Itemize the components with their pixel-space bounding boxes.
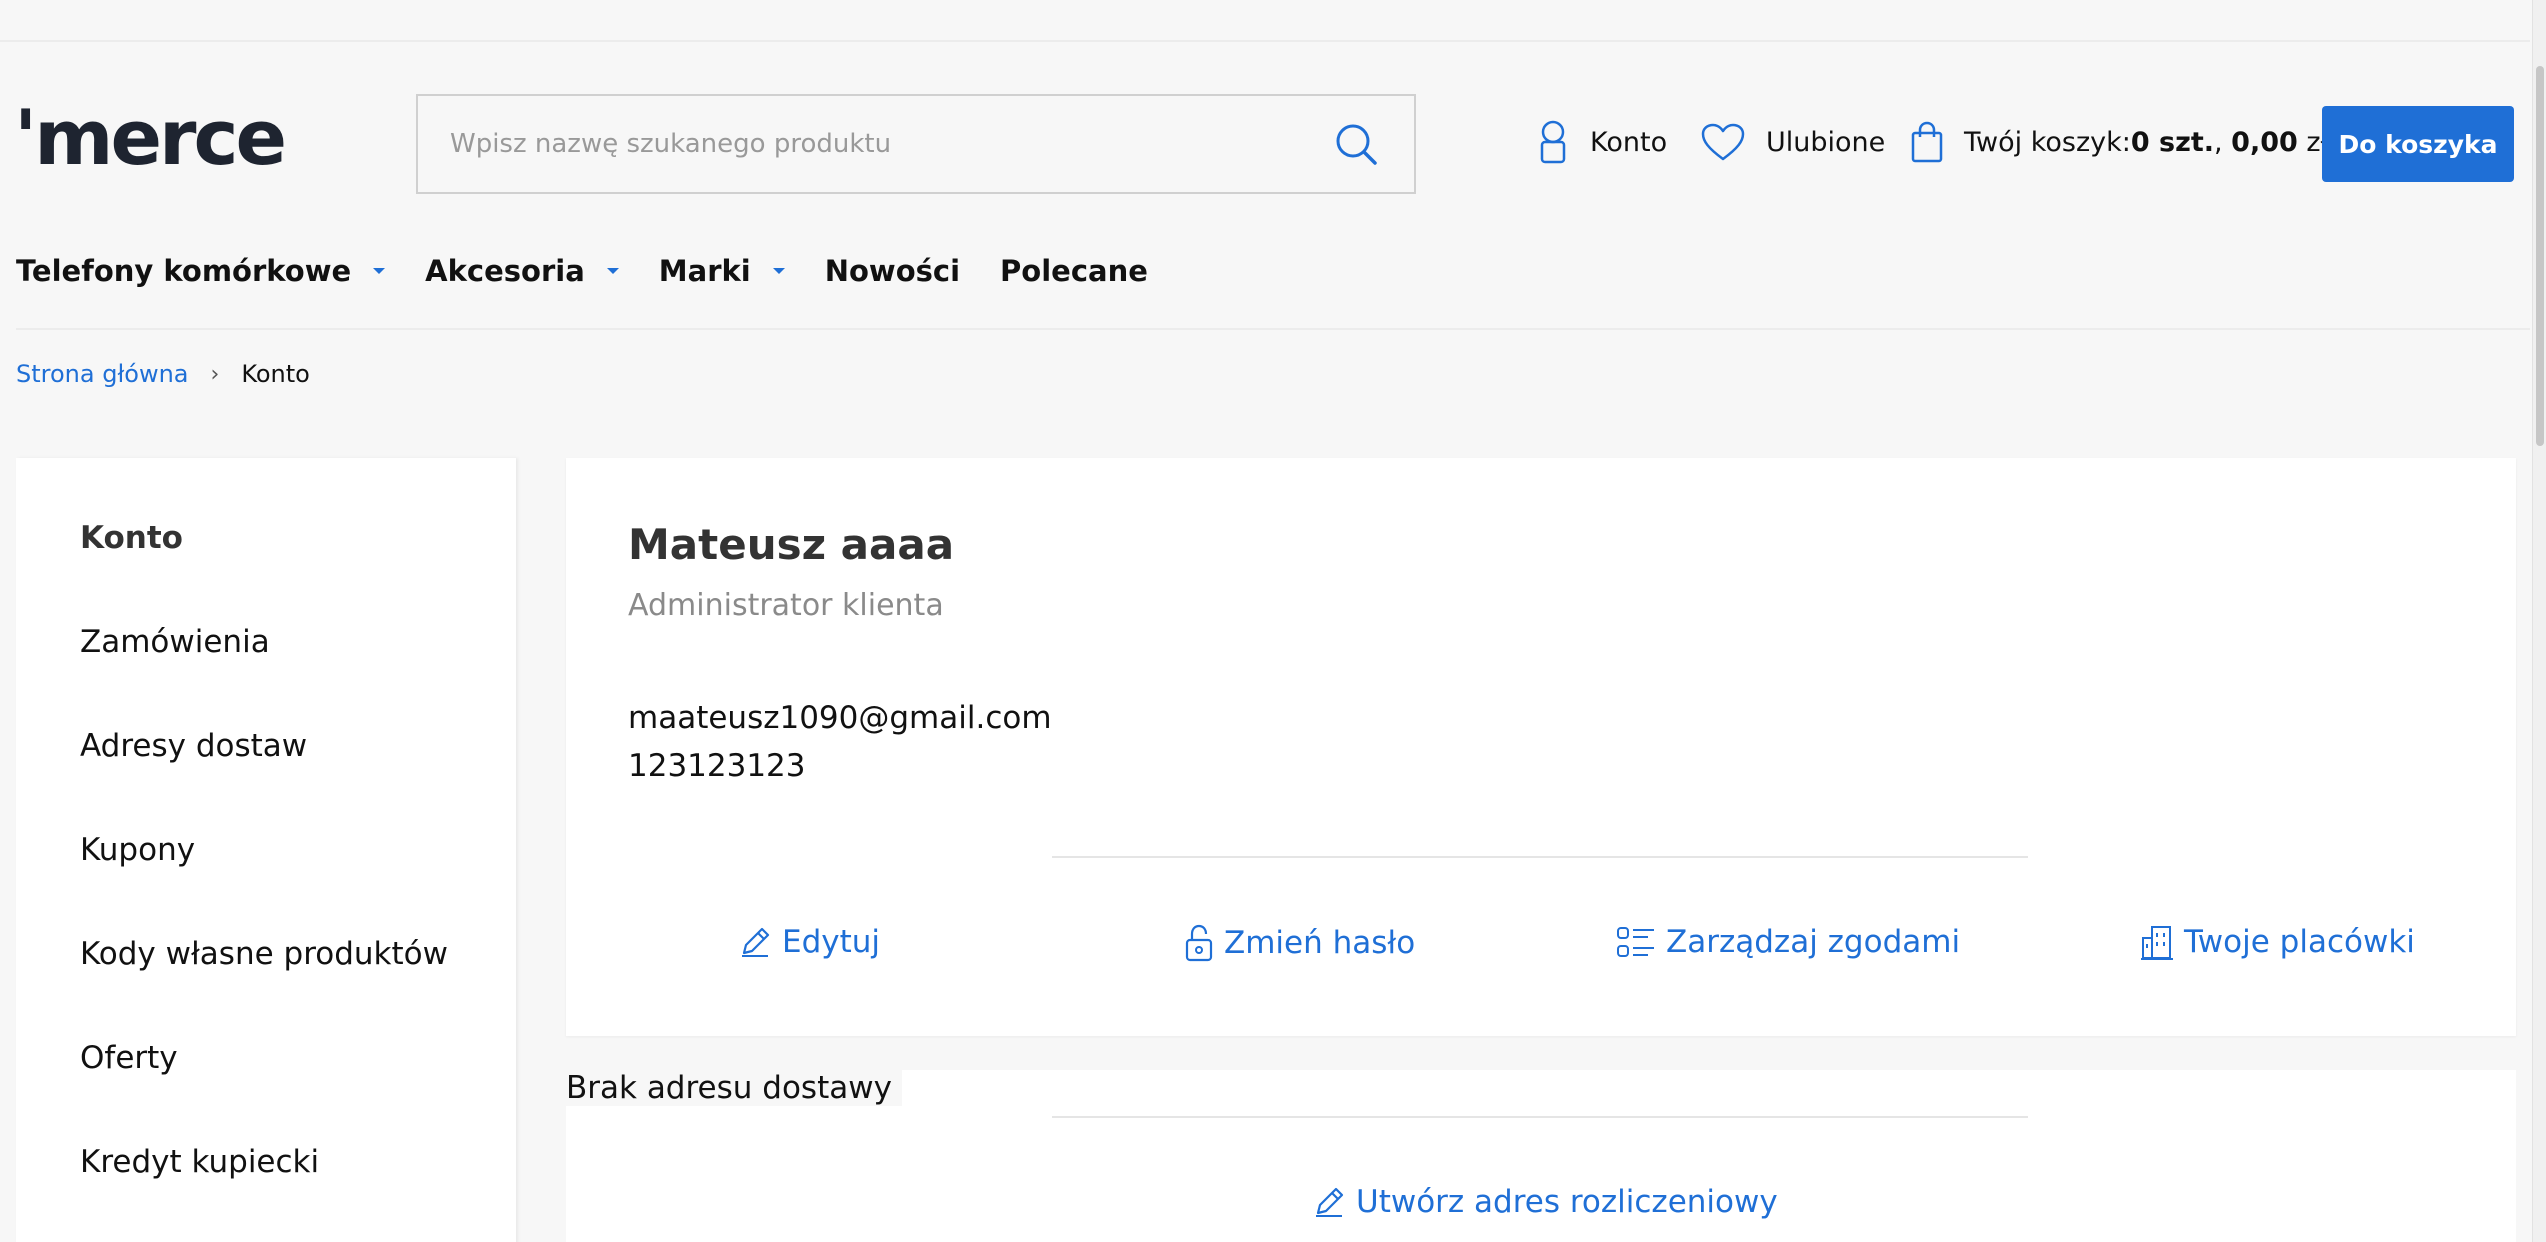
sidebar-item-coupons[interactable]: Kupony (80, 832, 195, 868)
caret-down-icon (373, 268, 386, 274)
change-password-button[interactable]: Zmień hasło (1184, 924, 1415, 962)
sidebar-item-orders[interactable]: Zamówienia (80, 624, 270, 660)
your-branches-button[interactable]: Twoje placówki (2140, 924, 2415, 960)
create-billing-address-label: Utwórz adres rozliczeniowy (1356, 1184, 1778, 1220)
nav-item-label: Nowości (824, 254, 961, 288)
user-name: Mateusz aaaa (628, 520, 955, 569)
change-password-label: Zmień hasło (1224, 925, 1416, 961)
cart-count: 0 szt. (2130, 126, 2214, 158)
nav-item-recommended[interactable]: Polecane (1000, 254, 1148, 288)
go-to-cart-button[interactable]: Do koszyka (2322, 106, 2514, 182)
sidebar-item-offers[interactable]: Oferty (80, 1040, 178, 1076)
cart-summary[interactable]: Twój koszyk:0 szt., 0,00 zł (1910, 118, 2328, 166)
cart-separator: , (2214, 126, 2232, 158)
favorites-link[interactable]: Ulubione (1700, 118, 1885, 166)
nav-divider (16, 328, 2530, 330)
chevron-right-icon: › (210, 361, 220, 387)
manage-consents-label: Zarządzaj zgodami (1666, 924, 1961, 960)
nav-item-new[interactable]: Nowości (825, 254, 960, 288)
heart-icon (1701, 123, 1745, 161)
logo[interactable]: 'merce (14, 100, 287, 176)
account-label: Konto (1590, 126, 1668, 158)
lock-icon (1185, 924, 1213, 962)
breadcrumb: Strona główna › Konto (16, 360, 310, 388)
nav-item-brands[interactable]: Marki (659, 254, 785, 288)
profile-divider (1052, 856, 2028, 858)
nav-item-phones[interactable]: Telefony komórkowe (16, 254, 386, 288)
breadcrumb-home-link[interactable]: Strona główna (16, 360, 189, 388)
edit-label: Edytuj (782, 924, 881, 960)
checklist-icon (1617, 927, 1654, 957)
main-nav: Telefony komórkowe Akcesoria Marki Nowoś… (16, 254, 1188, 288)
nav-item-label: Telefony komórkowe (16, 254, 352, 288)
search-box (416, 94, 1416, 194)
sidebar-item-account[interactable]: Konto (80, 520, 183, 556)
nav-item-label: Polecane (1000, 254, 1148, 288)
nav-item-label: Marki (658, 254, 751, 288)
account-link[interactable]: Konto (1536, 118, 1667, 166)
pencil-icon (1316, 1187, 1344, 1217)
sidebar-item-delivery-addresses[interactable]: Adresy dostaw (80, 728, 307, 764)
address-divider (1052, 1116, 2028, 1118)
nav-item-label: Akcesoria (425, 254, 585, 288)
user-email: maateusz1090@gmail.com (628, 700, 1052, 736)
caret-down-icon (606, 268, 619, 274)
search-input[interactable] (418, 96, 1318, 192)
cart-total: 0,00 (2231, 126, 2298, 158)
sidebar-item-merchant-credit[interactable]: Kredyt kupiecki (80, 1144, 319, 1180)
address-card: Brak adresu dostawy Utwórz adres rozlicz… (566, 1070, 2516, 1242)
cart-prefix: Twój koszyk: (1964, 126, 2131, 158)
no-delivery-address-text: Brak adresu dostawy (566, 1070, 902, 1106)
search-icon[interactable] (1334, 122, 1378, 166)
caret-down-icon (772, 268, 785, 274)
cart-text: Twój koszyk:0 szt., 0,00 zł (1964, 127, 2328, 158)
breadcrumb-current: Konto (241, 360, 310, 388)
building-icon (2141, 926, 2173, 960)
page: 'merce Konto Ulubione Twój koszyk:0 szt.… (0, 0, 2546, 1242)
top-divider (0, 40, 2530, 42)
sidebar-item-own-product-codes[interactable]: Kody własne produktów (80, 936, 448, 972)
pencil-icon (742, 927, 770, 957)
shopping-bag-icon (1911, 121, 1943, 163)
your-branches-label: Twoje placówki (2184, 924, 2415, 960)
user-icon (1540, 120, 1566, 164)
manage-consents-button[interactable]: Zarządzaj zgodami (1616, 924, 1960, 960)
nav-item-accessories[interactable]: Akcesoria (425, 254, 619, 288)
user-phone: 123123123 (628, 748, 806, 784)
favorites-label: Ulubione (1766, 126, 1886, 158)
user-role: Administrator klienta (628, 588, 944, 623)
edit-profile-button[interactable]: Edytuj (738, 924, 880, 960)
scrollbar-thumb[interactable] (2536, 66, 2544, 446)
profile-card: Mateusz aaaa Administrator klienta maate… (566, 458, 2516, 1036)
create-billing-address-button[interactable]: Utwórz adres rozliczeniowy (1312, 1184, 1778, 1220)
account-sidebar: Konto Zamówienia Adresy dostaw Kupony Ko… (16, 458, 516, 1242)
